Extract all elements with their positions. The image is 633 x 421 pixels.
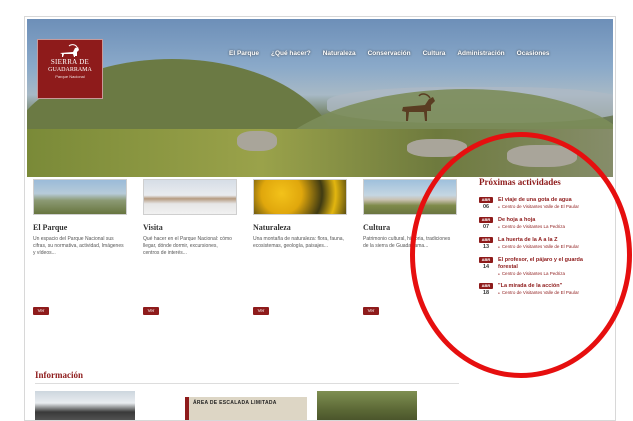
park-logo[interactable]: SIERRA DE GUADARRAMA Parque Nacional (37, 39, 103, 99)
highlight-circle (410, 132, 632, 378)
ver-button[interactable]: Ver (253, 307, 269, 315)
card-visita: Visita Qué hacer en el Parque Nacional: … (143, 179, 237, 315)
card-el-parque: El Parque Un espacio del Parque Nacional… (33, 179, 127, 315)
info-image-landscape[interactable] (317, 391, 417, 420)
main-nav: El Parque ¿Qué hacer? Naturaleza Conserv… (223, 47, 556, 60)
ver-button[interactable]: Ver (143, 307, 159, 315)
card-image[interactable] (253, 179, 347, 215)
nav-el-parque[interactable]: El Parque (223, 47, 265, 60)
card-text: Una montaña de naturaleza: flora, fauna,… (253, 236, 344, 249)
info-section-title: Información (35, 370, 83, 380)
card-naturaleza: Naturaleza Una montaña de naturaleza: fl… (253, 179, 347, 315)
nav-naturaleza[interactable]: Naturaleza (317, 47, 362, 60)
ver-button[interactable]: Ver (33, 307, 49, 315)
nav-ocasiones[interactable]: Ocasiones (511, 47, 556, 60)
card-text: Qué hacer en el Parque Nacional: cómo ll… (143, 236, 232, 256)
nav-administracion[interactable]: Administración (451, 47, 510, 60)
nav-cultura[interactable]: Cultura (417, 47, 452, 60)
card-title[interactable]: Naturaleza (253, 223, 345, 232)
ibex-image (402, 93, 435, 121)
card-title[interactable]: El Parque (33, 223, 125, 232)
banner-text: ÁREA DE ESCALADA LIMITADA (193, 400, 277, 406)
divider (35, 383, 459, 384)
card-text: Un espacio del Parque Nacional sus cifra… (33, 236, 124, 256)
ver-button[interactable]: Ver (363, 307, 379, 315)
section-cards: El Parque Un espacio del Parque Nacional… (33, 179, 457, 339)
banner-accent (185, 397, 189, 420)
climbing-area-banner[interactable]: ÁREA DE ESCALADA LIMITADA (185, 397, 307, 420)
card-title[interactable]: Visita (143, 223, 235, 232)
card-image[interactable] (143, 179, 237, 215)
logo-line-3: Parque Nacional (55, 74, 85, 79)
info-image-bird[interactable] (35, 391, 135, 420)
nav-que-hacer[interactable]: ¿Qué hacer? (265, 47, 317, 60)
nav-conservacion[interactable]: Conservación (362, 47, 417, 60)
ibex-logo-icon (60, 44, 79, 57)
card-image[interactable] (33, 179, 127, 215)
logo-line-2: GUADARRAMA (48, 67, 92, 73)
logo-line-1: SIERRA DE (50, 58, 90, 66)
hero-rock (237, 131, 277, 151)
